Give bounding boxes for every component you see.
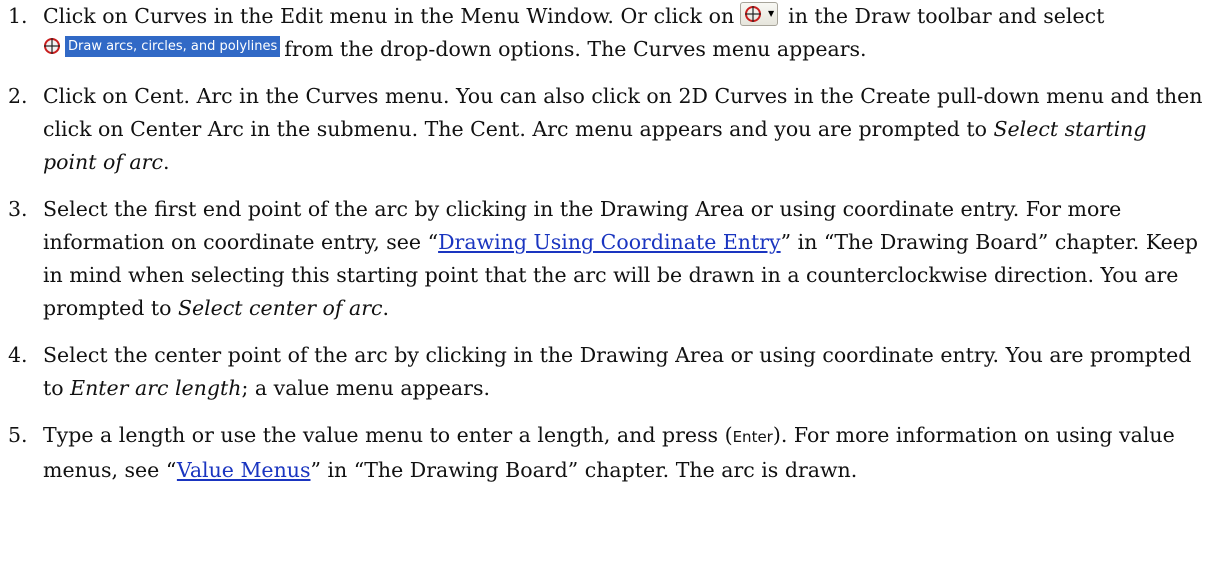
step-text-part: from the drop-down options. The Curves m… <box>284 37 867 61</box>
step-text: Click on Curves in the Edit menu in the … <box>43 0 1193 66</box>
step-text: Select the center point of the arc by cl… <box>43 339 1203 405</box>
step-5: 5. Type a length or use the value menu t… <box>0 419 1203 487</box>
step-text-part: in the Draw toolbar and select <box>788 4 1105 28</box>
menu-option-label: Draw arcs, circles, and polylines <box>65 35 281 57</box>
prompt-text: Enter arc length <box>70 376 242 400</box>
step-text-part: Type a length or use the value menu to e… <box>43 423 733 447</box>
step-text-part: ; a value menu appears. <box>241 376 490 400</box>
step-text-part: ” in “The Drawing Board” chapter. The ar… <box>310 458 858 482</box>
draw-arcs-menu-option: Draw arcs, circles, and polylines <box>43 35 281 57</box>
steps-list: 1. Click on Curves in the Edit menu in t… <box>0 0 1208 487</box>
step-text: Click on Cent. Arc in the Curves menu. Y… <box>43 80 1203 179</box>
step-2: 2. Click on Cent. Arc in the Curves menu… <box>0 80 1203 179</box>
arc-circle-icon <box>44 38 60 54</box>
step-text-part: Click on Curves in the Edit menu in the … <box>43 4 735 28</box>
coordinate-entry-link[interactable]: Drawing Using Coordinate Entry <box>438 230 781 254</box>
step-text: Select the first end point of the arc by… <box>43 193 1203 325</box>
step-3: 3. Select the first end point of the arc… <box>0 193 1203 325</box>
step-4: 4. Select the center point of the arc by… <box>0 339 1203 405</box>
step-number: 3. <box>8 197 28 221</box>
curves-toolbar-icon: ▼ <box>740 2 779 26</box>
step-1: 1. Click on Curves in the Edit menu in t… <box>0 0 1193 66</box>
step-text: Type a length or use the value menu to e… <box>43 419 1203 487</box>
step-number: 2. <box>8 84 28 108</box>
step-number: 5. <box>8 423 28 447</box>
chevron-down-icon: ▼ <box>768 9 775 18</box>
step-text-part: . <box>382 296 390 320</box>
step-number: 1. <box>8 4 28 28</box>
step-number: 4. <box>8 343 28 367</box>
document-page: 1. Click on Curves in the Edit menu in t… <box>0 0 1208 585</box>
enter-key-label: Enter <box>732 428 773 446</box>
prompt-text: Select center of arc <box>177 296 383 320</box>
value-menus-link[interactable]: Value Menus <box>177 458 311 482</box>
step-text-part: . <box>162 150 170 174</box>
